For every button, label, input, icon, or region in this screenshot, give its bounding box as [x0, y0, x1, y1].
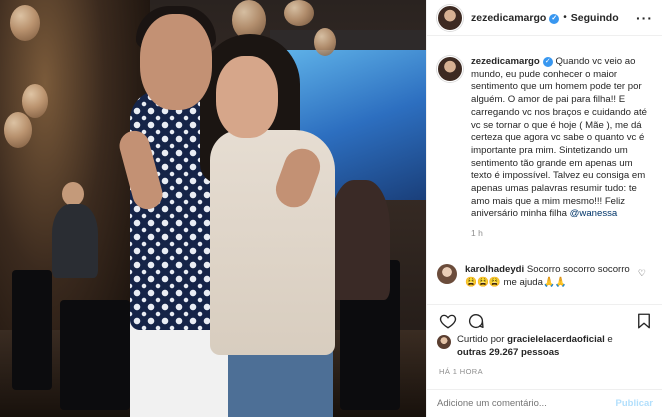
more-options-icon[interactable]: ··· [636, 10, 653, 26]
background-chair [60, 300, 130, 410]
likes-connector: e [607, 334, 613, 345]
caption-avatar[interactable] [437, 56, 463, 82]
post-side-panel: zezedicamargo ✓ • Seguindo ··· zezedicama… [426, 0, 662, 417]
background-person [330, 180, 390, 300]
balloon [22, 84, 48, 118]
balloon [4, 112, 32, 148]
divider [427, 304, 662, 305]
comment-icon[interactable] [467, 312, 485, 330]
background-child-head [62, 182, 84, 206]
caption: zezedicamargo ✓ Quando vc veio ao mundo, … [437, 56, 657, 240]
background-child [52, 204, 98, 278]
caption-text: zezedicamargo ✓ Quando vc veio ao mundo, … [471, 56, 655, 240]
caption-mention-link[interactable]: @wanessa [570, 208, 618, 219]
publish-button[interactable]: Publicar [616, 398, 654, 409]
background-chair [12, 270, 52, 390]
likes-summary: Curtido por gracielelacerdaoficial e out… [437, 334, 613, 359]
likes-others-link[interactable]: outras 29.267 pessoas [457, 347, 559, 358]
post-header: zezedicamargo ✓ • Seguindo ··· [427, 0, 662, 36]
post-photo[interactable] [0, 0, 426, 417]
comment-text: karolhadeydi Socorro socorro socorro😩😩😩 … [465, 264, 640, 289]
likes-text: Curtido por gracielelacerdaoficial e out… [457, 334, 613, 359]
balloon [284, 0, 314, 26]
comment-item: karolhadeydi Socorro socorro socorro😩😩😩 … [437, 264, 657, 289]
liker-username[interactable]: gracielelacerdaoficial [507, 334, 605, 345]
comment-like-heart-icon[interactable]: ♡ [638, 268, 646, 279]
caption-body: Quando vc veio ao mundo, eu pude conhece… [471, 56, 647, 220]
separator-dot: • [563, 12, 567, 23]
add-comment-bar: Publicar [427, 390, 662, 417]
header-username[interactable]: zezedicamargo ✓ [471, 12, 560, 24]
caption-username[interactable]: zezedicamargo [471, 56, 540, 67]
man-face [140, 14, 212, 110]
likes-prefix: Curtido por [457, 334, 505, 345]
balloon [314, 28, 336, 56]
header-username-text[interactable]: zezedicamargo [471, 12, 546, 24]
save-bookmark-icon[interactable] [635, 312, 653, 330]
verified-badge-icon: ✓ [542, 57, 553, 67]
avatar[interactable] [437, 4, 463, 31]
add-comment-input[interactable] [437, 398, 616, 409]
balloon [10, 5, 40, 41]
caption-age: 1 h [471, 228, 483, 239]
verified-badge-icon: ✓ [549, 13, 560, 24]
action-bar [439, 312, 651, 332]
comment-username[interactable]: karolhadeydi [465, 264, 524, 275]
woman-face [216, 56, 278, 138]
liker-avatar[interactable] [437, 335, 451, 349]
comment-avatar[interactable] [437, 264, 457, 284]
follow-status-button[interactable]: Seguindo [571, 12, 619, 24]
post-timestamp: HÁ 1 HORA [439, 367, 484, 376]
like-heart-icon[interactable] [439, 312, 457, 330]
